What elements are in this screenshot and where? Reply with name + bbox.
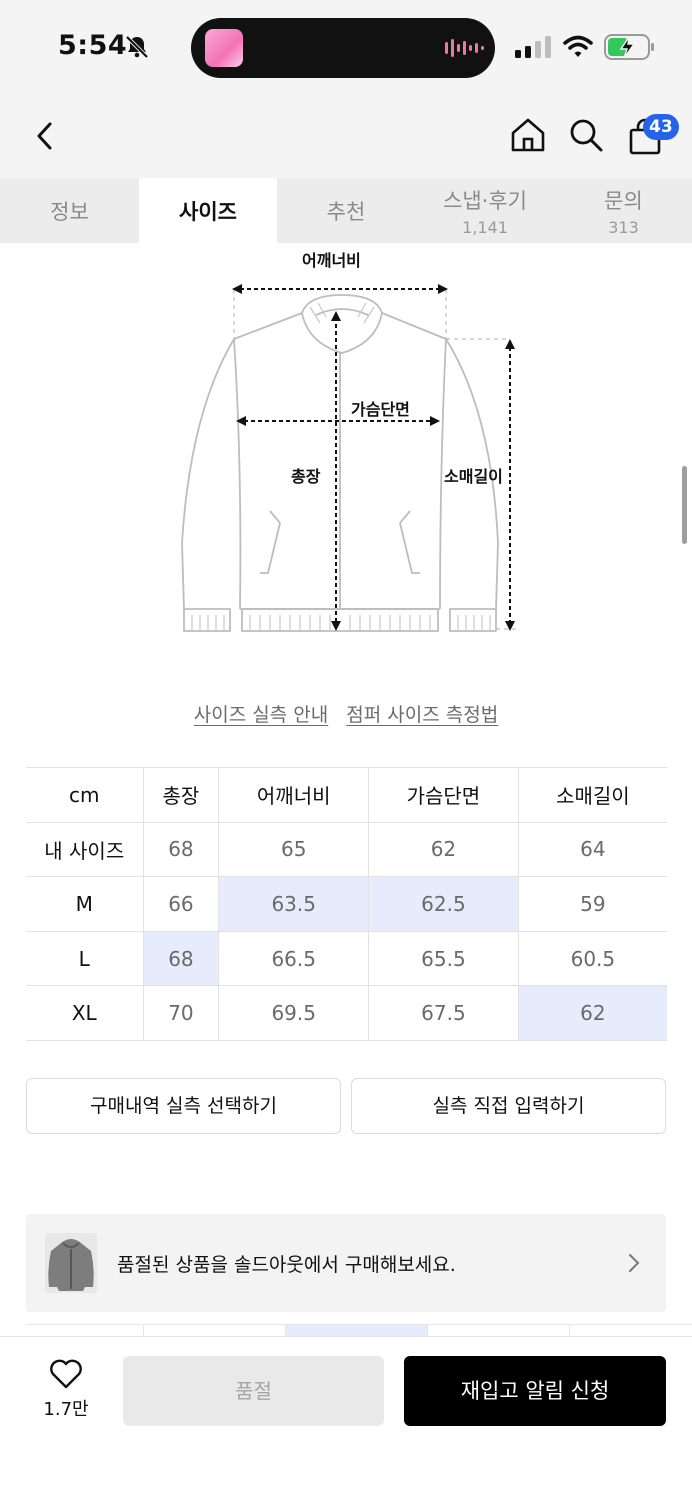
cart-count-badge: 43 (643, 114, 679, 140)
product-thumbnail (45, 1233, 97, 1293)
table-row: M 66 63.5 62.5 59 (26, 876, 667, 932)
table-cell: 65.5 (368, 931, 519, 987)
search-icon[interactable] (567, 116, 605, 154)
table-cell-highlighted: 62 (518, 985, 667, 1041)
back-arrow-icon[interactable] (30, 118, 60, 154)
table-cell: 59 (518, 876, 667, 932)
content-peek (26, 1324, 692, 1337)
row-label: L (26, 931, 144, 987)
tab-label: 정보 (50, 199, 89, 224)
heart-icon (50, 1359, 82, 1389)
row-label: XL (26, 985, 144, 1041)
table-row: L 68 66.5 65.5 60.5 (26, 931, 667, 987)
tab-label: 사이즈 (179, 199, 237, 224)
tab-count: 313 (608, 217, 639, 237)
product-tabs: 정보 사이즈 추천 스냅·후기 1,141 문의 313 (0, 178, 692, 243)
tab-label: 추천 (326, 199, 366, 224)
product-size-page: 5:54 43 정보 사이즈 추천 스냅·후기 1,141 문의 313 어깨너… (0, 0, 692, 1500)
table-row: XL 70 69.5 67.5 62 (26, 985, 667, 1041)
soldout-button: 품절 (123, 1356, 384, 1426)
jacket-thumbnail-image (48, 1239, 94, 1291)
table-header-cell: 소매길이 (518, 767, 667, 823)
bell-muted-icon (125, 35, 149, 59)
table-row: 내 사이즈 68 65 62 64 (26, 822, 667, 878)
tab-recommend[interactable]: 추천 (277, 178, 415, 243)
table-header-cell: cm (26, 767, 144, 823)
battery-charging-icon (604, 34, 654, 60)
restock-alert-button[interactable]: 재입고 알림 신청 (404, 1356, 666, 1426)
row-label: M (26, 876, 144, 932)
table-header-row: cm 총장 어깨너비 가슴단면 소매길이 (26, 767, 667, 823)
like-count: 1.7만 (43, 1399, 89, 1420)
table-cell-highlighted: 62.5 (368, 876, 519, 932)
sleeve-length-label: 소매길이 (444, 467, 503, 486)
select-purchase-history-button[interactable]: 구매내역 실측 선택하기 (26, 1078, 341, 1134)
tab-count: 1,141 (462, 217, 508, 237)
table-cell: 70 (143, 985, 220, 1041)
table-cell: 64 (518, 822, 667, 878)
table-cell: 67.5 (368, 985, 519, 1041)
size-table: cm 총장 어깨너비 가슴단면 소매길이 내 사이즈 68 65 62 64 M… (26, 767, 667, 1041)
table-cell: 68 (143, 822, 220, 878)
status-time: 5:54 (58, 30, 128, 61)
home-icon[interactable] (509, 116, 547, 154)
size-guide-links: 사이즈 실측 안내 점퍼 사이즈 측정법 (0, 700, 692, 727)
table-cell: 66 (143, 876, 220, 932)
like-button[interactable]: 1.7만 (36, 1359, 96, 1429)
tab-size[interactable]: 사이즈 (139, 178, 277, 243)
audio-wave-icon (445, 39, 484, 57)
total-length-label: 총장 (291, 467, 321, 486)
jacket-illustration (181, 284, 516, 632)
table-cell-highlighted: 63.5 (218, 876, 370, 932)
table-cell: 66.5 (218, 931, 370, 987)
jumper-measure-link[interactable]: 점퍼 사이즈 측정법 (346, 704, 498, 726)
table-header-cell: 가슴단면 (368, 767, 519, 823)
shoulder-width-label: 어깨너비 (302, 251, 361, 270)
table-header-cell: 어깨너비 (218, 767, 370, 823)
chevron-right-icon (629, 1254, 640, 1272)
status-bar: 5:54 (0, 0, 692, 96)
tab-label: 문의 (604, 188, 643, 213)
tab-label: 스냅·후기 (443, 188, 527, 213)
size-guide-link[interactable]: 사이즈 실측 안내 (194, 704, 328, 726)
banner-text: 품절된 상품을 솔드아웃에서 구매해보세요. (117, 1254, 456, 1276)
manual-input-button[interactable]: 실측 직접 입력하기 (351, 1078, 666, 1134)
table-header-cell: 총장 (143, 767, 220, 823)
table-cell-highlighted: 68 (143, 931, 220, 987)
tab-info[interactable]: 정보 (0, 178, 139, 243)
chest-width-label: 가슴단면 (351, 400, 410, 419)
now-playing-thumbnail (205, 29, 243, 67)
dynamic-island (191, 18, 495, 78)
soldout-promo-banner[interactable]: 품절된 상품을 솔드아웃에서 구매해보세요. (26, 1214, 666, 1312)
cellular-signal-icon (515, 36, 551, 58)
top-navigation: 43 (0, 96, 692, 178)
tab-inquiry[interactable]: 문의 313 (555, 178, 692, 243)
bottom-action-bar: 1.7만 품절 재입고 알림 신청 (0, 1336, 692, 1500)
wifi-icon (563, 35, 593, 57)
row-label: 내 사이즈 (26, 822, 144, 878)
table-cell: 62 (368, 822, 519, 878)
table-cell: 69.5 (218, 985, 370, 1041)
tab-snap-review[interactable]: 스냅·후기 1,141 (415, 178, 555, 243)
size-measurement-diagram: 어깨너비 가슴단면 총장 소매길이 (170, 243, 530, 643)
cart-button[interactable]: 43 (624, 114, 679, 158)
table-cell: 65 (218, 822, 370, 878)
table-cell: 60.5 (518, 931, 667, 987)
scrollbar[interactable] (682, 466, 687, 544)
